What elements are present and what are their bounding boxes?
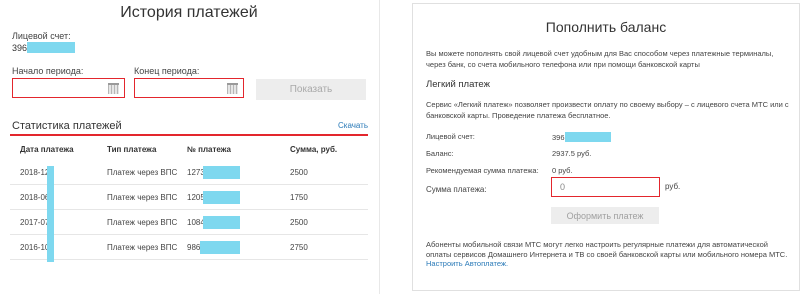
recommended-sum-label: Рекомендуемая сумма платежа: xyxy=(426,166,539,175)
account-number-text: 396 xyxy=(12,42,28,53)
period-start-label: Начало периода: xyxy=(12,66,84,76)
stats-title: Статистика платежей xyxy=(12,120,122,132)
calendar-icon[interactable] xyxy=(108,83,119,94)
topup-intro: Вы можете пополнять свой лицевой счет уд… xyxy=(426,49,774,69)
topup-panel: Пополнить баланс Вы можете пополнять сво… xyxy=(412,3,800,291)
column-header-type: Тип платежа xyxy=(107,145,157,154)
column-header-date: Дата платежа xyxy=(20,145,74,154)
payment-sum-input[interactable]: 0 xyxy=(551,177,660,197)
table-row: 2018-12- Платеж через ВПС 1273 2500 xyxy=(10,160,368,185)
redaction-mask xyxy=(203,191,240,204)
currency-label: руб. xyxy=(665,182,681,191)
easy-payment-title: Легкий платеж xyxy=(426,79,490,90)
table-row: 2017-07- Платеж через ВПС 1084 2500 xyxy=(10,210,368,235)
topup-title: Пополнить баланс xyxy=(545,19,667,35)
period-end-input[interactable] xyxy=(134,78,244,98)
account-number: 396 xyxy=(12,42,76,53)
payment-history-panel: История платежей Лицевой счет: 396 Начал… xyxy=(0,0,378,294)
easy-payment-description: Сервис «Легкий платеж» позволяет произве… xyxy=(426,100,789,120)
table-row: 2018-06- Платеж через ВПС 1205 1750 xyxy=(10,185,368,210)
show-button[interactable]: Показать xyxy=(256,79,366,100)
redaction-mask xyxy=(200,241,240,254)
redaction-mask xyxy=(27,42,76,53)
autopay-note: Абоненты мобильной связи МТС могут легко… xyxy=(426,240,788,259)
balance-value: 2937.5 руб. xyxy=(552,149,592,158)
payment-number: 986 xyxy=(187,243,201,252)
account-label: Лицевой счет: xyxy=(426,132,475,141)
balance-label: Баланс: xyxy=(426,149,454,158)
payment-amount: 2500 xyxy=(290,218,308,227)
account-number: 396 xyxy=(552,132,611,142)
payment-type: Платеж через ВПС xyxy=(107,243,178,252)
period-start-input[interactable] xyxy=(12,78,125,98)
submit-payment-button[interactable]: Оформить платеж xyxy=(551,207,659,224)
calendar-icon[interactable] xyxy=(227,83,238,94)
redaction-mask xyxy=(203,166,240,179)
payment-amount: 2500 xyxy=(290,168,308,177)
panel-divider xyxy=(379,0,380,294)
payment-type: Платеж через ВПС xyxy=(107,218,178,227)
download-link[interactable]: Скачать xyxy=(338,121,368,130)
redaction-mask xyxy=(47,166,54,262)
redaction-mask xyxy=(203,216,240,229)
sum-label: Сумма платежа: xyxy=(426,185,487,194)
payment-amount: 2750 xyxy=(290,243,308,252)
payment-amount: 1750 xyxy=(290,193,308,202)
payment-type: Платеж через ВПС xyxy=(107,193,178,202)
table-row: 2016-10- Платеж через ВПС 986 2750 xyxy=(10,235,368,260)
period-end-label: Конец периода: xyxy=(134,66,200,76)
section-divider xyxy=(10,134,368,136)
account-number-text: 396 xyxy=(552,132,565,142)
page-title: История платежей xyxy=(120,4,258,21)
setup-autopay-link[interactable]: Настроить Автоплатеж. xyxy=(426,259,508,268)
recommended-sum-value: 0 руб. xyxy=(552,166,573,175)
column-header-number: № платежа xyxy=(187,145,231,154)
column-header-amount: Сумма, руб. xyxy=(290,145,338,154)
payment-type: Платеж через ВПС xyxy=(107,168,178,177)
redaction-mask xyxy=(564,132,611,142)
account-label: Лицевой счет: xyxy=(12,31,71,41)
